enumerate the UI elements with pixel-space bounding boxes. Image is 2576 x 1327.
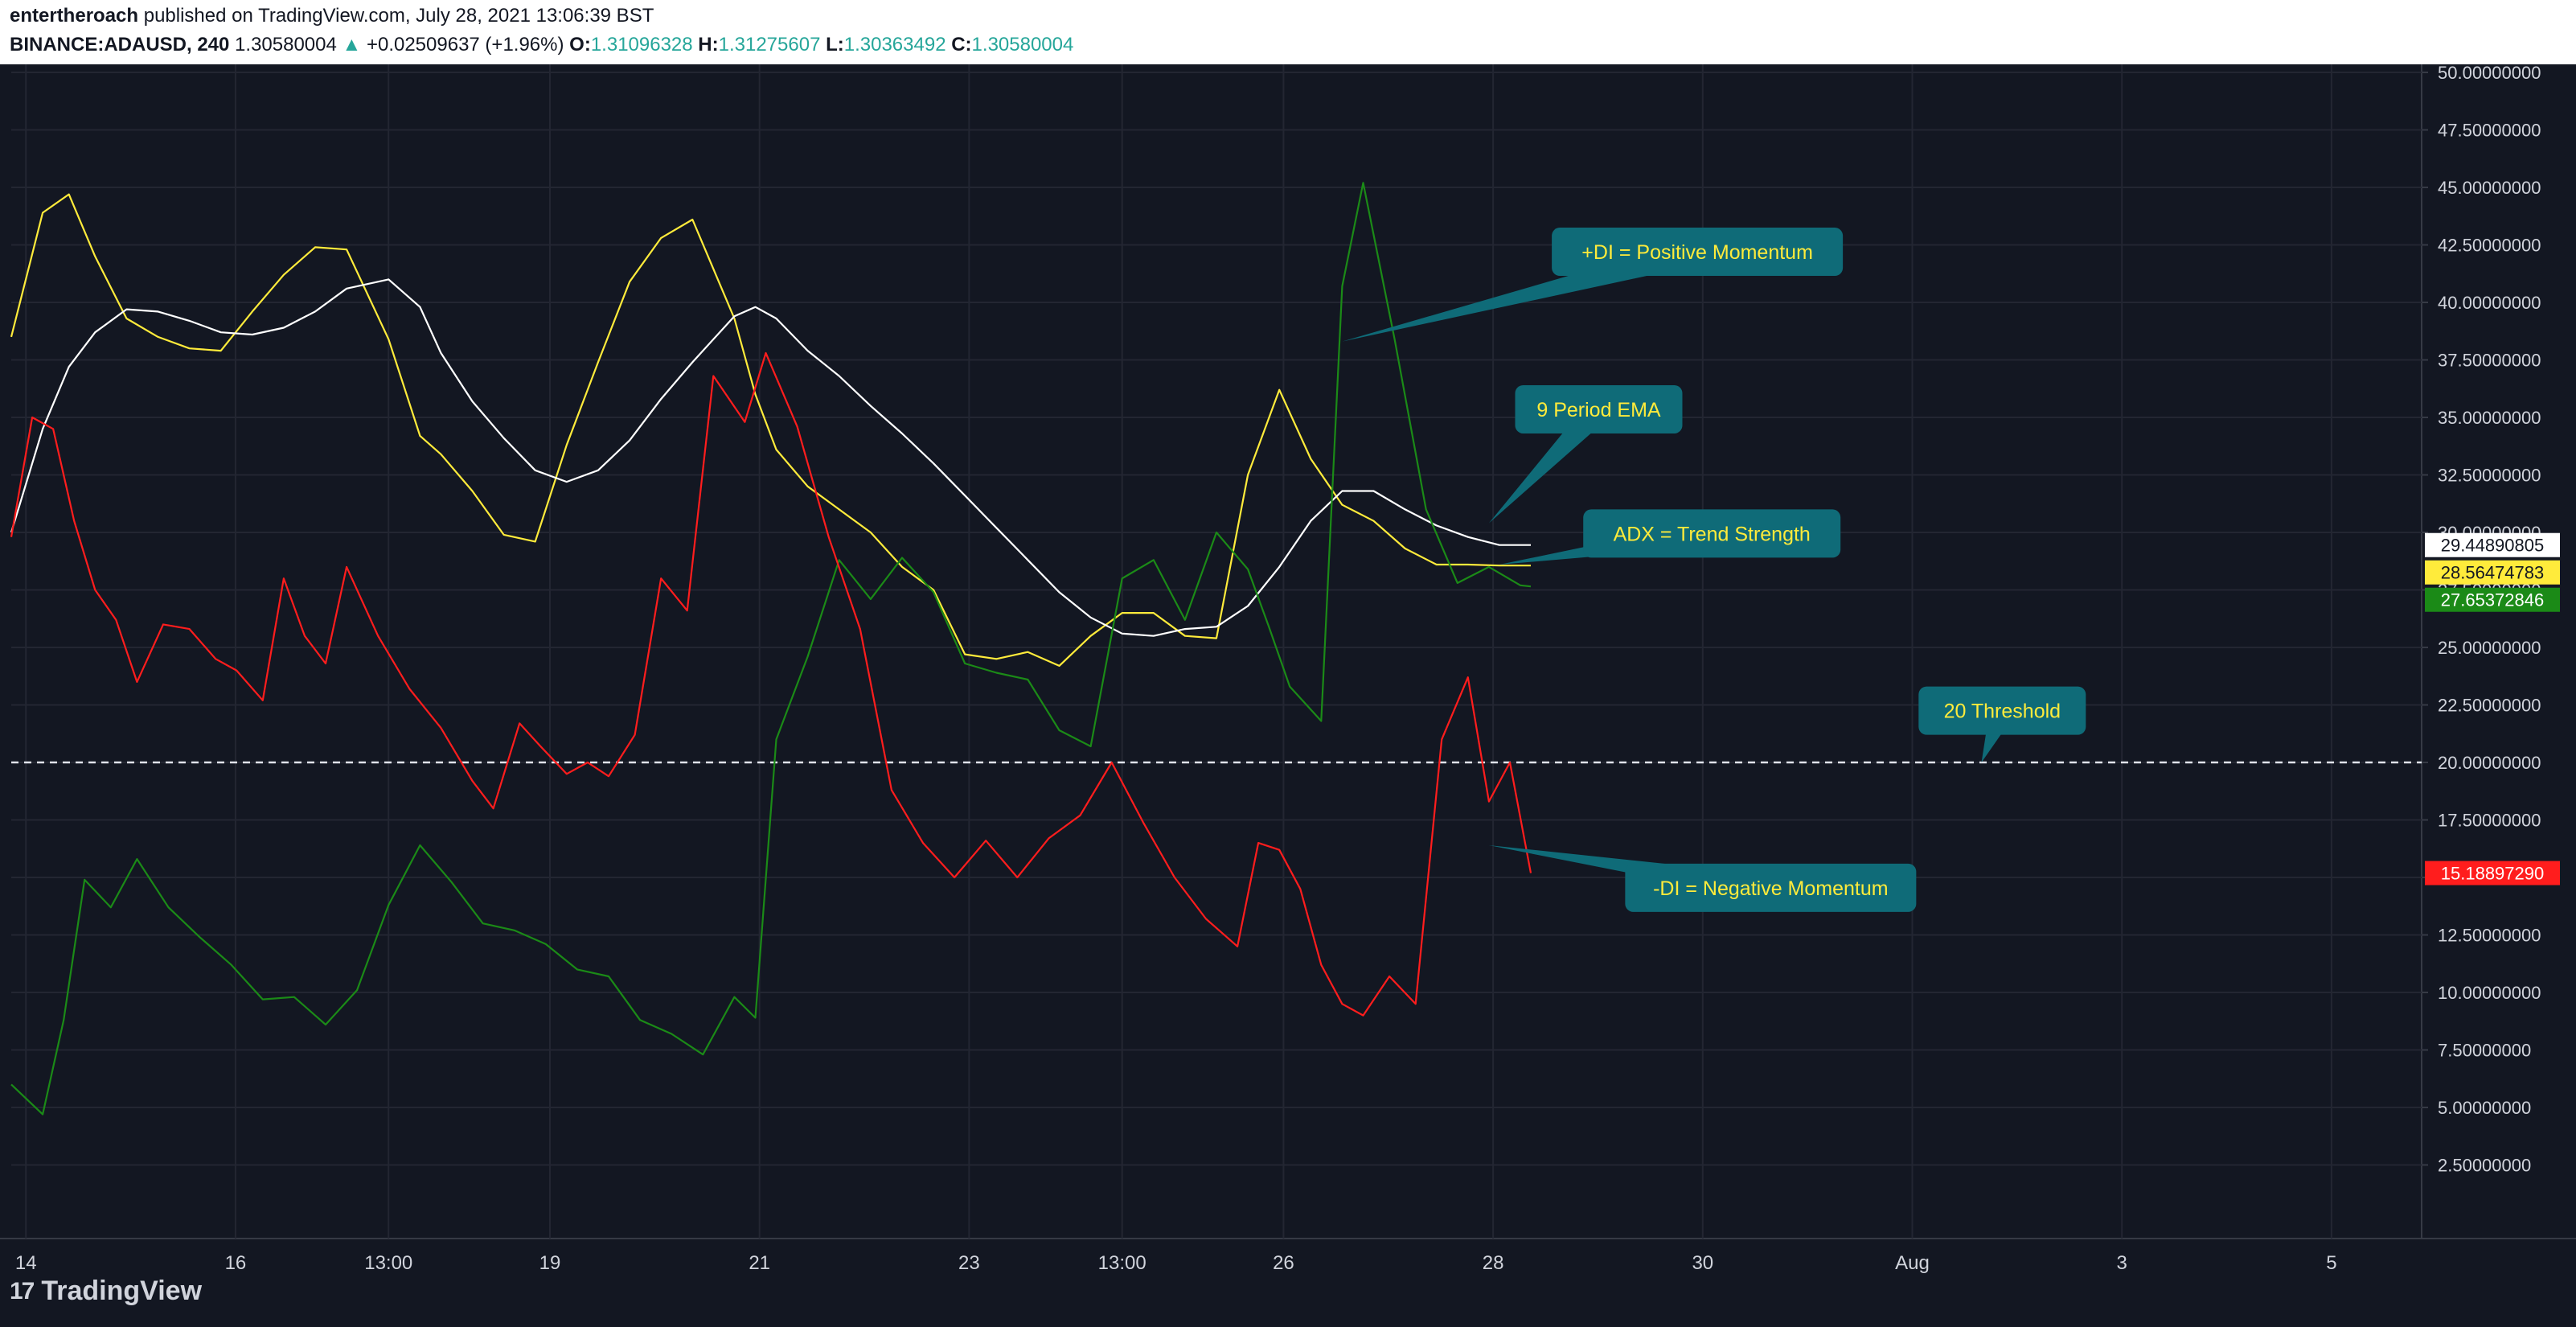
callout-label: ADX = Trend Strength [1614, 523, 1811, 545]
tradingview-logo[interactable]: 17 TradingView [10, 1276, 202, 1307]
x-tick-label: 26 [1273, 1252, 1294, 1274]
last-value-label: 15.18897290 [2441, 864, 2544, 884]
tradingview-logo-icon: 17 [10, 1277, 35, 1304]
y-tick-label: 50.00000000 [2438, 64, 2541, 83]
y-tick-label: 25.00000000 [2438, 638, 2541, 658]
callout-label: 9 Period EMA [1536, 399, 1661, 421]
last-value-label: 27.65372846 [2441, 590, 2544, 610]
y-tick-label: 20.00000000 [2438, 753, 2541, 773]
series-line-ema [10, 278, 1531, 637]
publish-info: published on TradingView.com, July 28, 2… [143, 5, 654, 27]
x-tick-label: 16 [225, 1252, 247, 1274]
close-value: 1.30580004 [971, 34, 1074, 55]
y-tick-label: 47.50000000 [2438, 121, 2541, 141]
callout-label: 20 Threshold [1944, 700, 2061, 723]
y-tick-label: 17.50000000 [2438, 811, 2541, 831]
x-tick-label: Aug [1895, 1252, 1930, 1274]
brand-name: TradingView [41, 1276, 203, 1306]
callout-label: -DI = Negative Momentum [1653, 877, 1888, 900]
last-value-label: 28.56474783 [2441, 563, 2544, 583]
symbol-label[interactable]: BINANCE:ADAUSD, 240 [10, 34, 229, 55]
up-arrow-icon: ▲ [342, 34, 362, 55]
x-tick-label: 5 [2326, 1252, 2336, 1274]
publish-line: entertheroach published on TradingView.c… [10, 5, 654, 27]
y-tick-label: 35.00000000 [2438, 408, 2541, 428]
chart-header: entertheroach published on TradingView.c… [0, 0, 2576, 64]
last-price: 1.30580004 [235, 34, 337, 55]
last-value-label: 29.44890805 [2441, 536, 2544, 556]
y-tick-label: 42.50000000 [2438, 236, 2541, 256]
y-tick-label: 32.50000000 [2438, 466, 2541, 486]
y-tick-label: 7.50000000 [2438, 1041, 2531, 1061]
author-name[interactable]: entertheroach [10, 5, 138, 27]
y-tick-label: 2.50000000 [2438, 1156, 2531, 1176]
y-tick-label: 10.00000000 [2438, 983, 2541, 1003]
callout-label: +DI = Positive Momentum [1581, 241, 1813, 264]
low-label: L: [826, 34, 844, 55]
y-tick-label: 22.50000000 [2438, 696, 2541, 716]
open-value: 1.31096328 [590, 34, 693, 55]
x-tick-label: 3 [2117, 1252, 2127, 1274]
x-tick-label: 30 [1692, 1252, 1713, 1274]
y-tick-label: 40.00000000 [2438, 293, 2541, 313]
series-line-adx [10, 193, 1531, 668]
high-value: 1.31275607 [718, 34, 821, 55]
close-label: C: [951, 34, 972, 55]
series-line-di [10, 182, 1532, 1115]
indicator-chart[interactable]: 50.00000000 47.50000000 45.00000000 42.5000… [0, 64, 2576, 1327]
x-tick-label: 28 [1483, 1252, 1504, 1274]
y-tick-label: 45.00000000 [2438, 178, 2541, 198]
low-value: 1.30363492 [843, 34, 946, 55]
x-tick-label: 19 [539, 1252, 561, 1274]
open-label: O: [569, 34, 591, 55]
y-tick-label: 12.50000000 [2438, 926, 2541, 946]
price-change: +0.02509637 (+1.96%) [366, 34, 564, 55]
x-tick-label: 21 [749, 1252, 770, 1274]
y-tick-label: 37.50000000 [2438, 351, 2541, 371]
x-tick-label: 23 [958, 1252, 980, 1274]
x-tick-label: 14 [15, 1252, 37, 1274]
x-tick-label: 13:00 [1098, 1252, 1146, 1274]
symbol-line: BINANCE:ADAUSD, 240 1.30580004 ▲ +0.0250… [10, 34, 1073, 56]
high-label: H: [698, 34, 719, 55]
chart-area[interactable]: 50.00000000 47.50000000 45.00000000 42.5000… [0, 64, 2576, 1327]
x-tick-label: 13:00 [364, 1252, 412, 1274]
y-tick-label: 5.00000000 [2438, 1098, 2531, 1118]
series-line-di [10, 351, 1532, 1017]
